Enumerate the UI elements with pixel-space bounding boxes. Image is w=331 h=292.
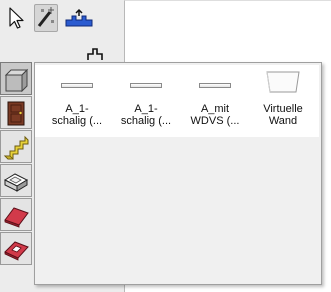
door-tool-icon bbox=[7, 101, 25, 125]
wall-type-label: A_1- schalig (... bbox=[51, 103, 103, 127]
wall-type-label: Virtuelle Wand bbox=[263, 103, 303, 127]
stair-tool-button[interactable] bbox=[0, 130, 32, 163]
arrow-pointer-icon bbox=[9, 7, 24, 29]
arrow-pointer-button[interactable] bbox=[4, 4, 28, 32]
wall-type-thumbnail-icon bbox=[61, 83, 93, 88]
stair-tool-icon bbox=[3, 135, 29, 159]
virtual-wall-thumbnail-icon bbox=[266, 71, 300, 93]
wall-type-item[interactable]: A_mit WDVS (... bbox=[183, 65, 247, 137]
door-tool-button[interactable] bbox=[0, 96, 32, 129]
measure-tool-icon bbox=[65, 8, 93, 27]
magic-wand-button[interactable] bbox=[34, 4, 58, 32]
roof-tool-button[interactable] bbox=[0, 198, 32, 231]
wall-type-gallery: A_1- schalig (... A_1- schalig (... A_mi… bbox=[35, 65, 319, 137]
move-tool-icon bbox=[87, 48, 103, 60]
skylight-tool-icon bbox=[4, 240, 29, 261]
magic-wand-icon bbox=[37, 7, 54, 27]
wall-type-thumbnail-icon bbox=[199, 83, 231, 88]
wall-type-label: A_mit WDVS (... bbox=[190, 103, 240, 127]
skylight-tool-button[interactable] bbox=[0, 232, 32, 265]
wall-type-item[interactable]: A_1- schalig (... bbox=[45, 65, 109, 137]
wall-type-label: A_1- schalig (... bbox=[120, 103, 172, 127]
wall-type-thumbnail-icon bbox=[130, 83, 162, 88]
wall-type-item[interactable]: A_1- schalig (... bbox=[114, 65, 178, 137]
wall-tool-icon bbox=[4, 68, 29, 92]
opening-tool-button[interactable] bbox=[0, 164, 32, 197]
wall-type-flyout: A_1- schalig (... A_1- schalig (... A_mi… bbox=[34, 62, 322, 285]
wall-tool-button[interactable] bbox=[0, 62, 32, 95]
wall-type-item[interactable]: Virtuelle Wand bbox=[251, 65, 315, 137]
opening-tool-icon bbox=[3, 172, 29, 192]
measure-tool-button[interactable] bbox=[64, 5, 94, 33]
roof-tool-icon bbox=[4, 206, 29, 228]
